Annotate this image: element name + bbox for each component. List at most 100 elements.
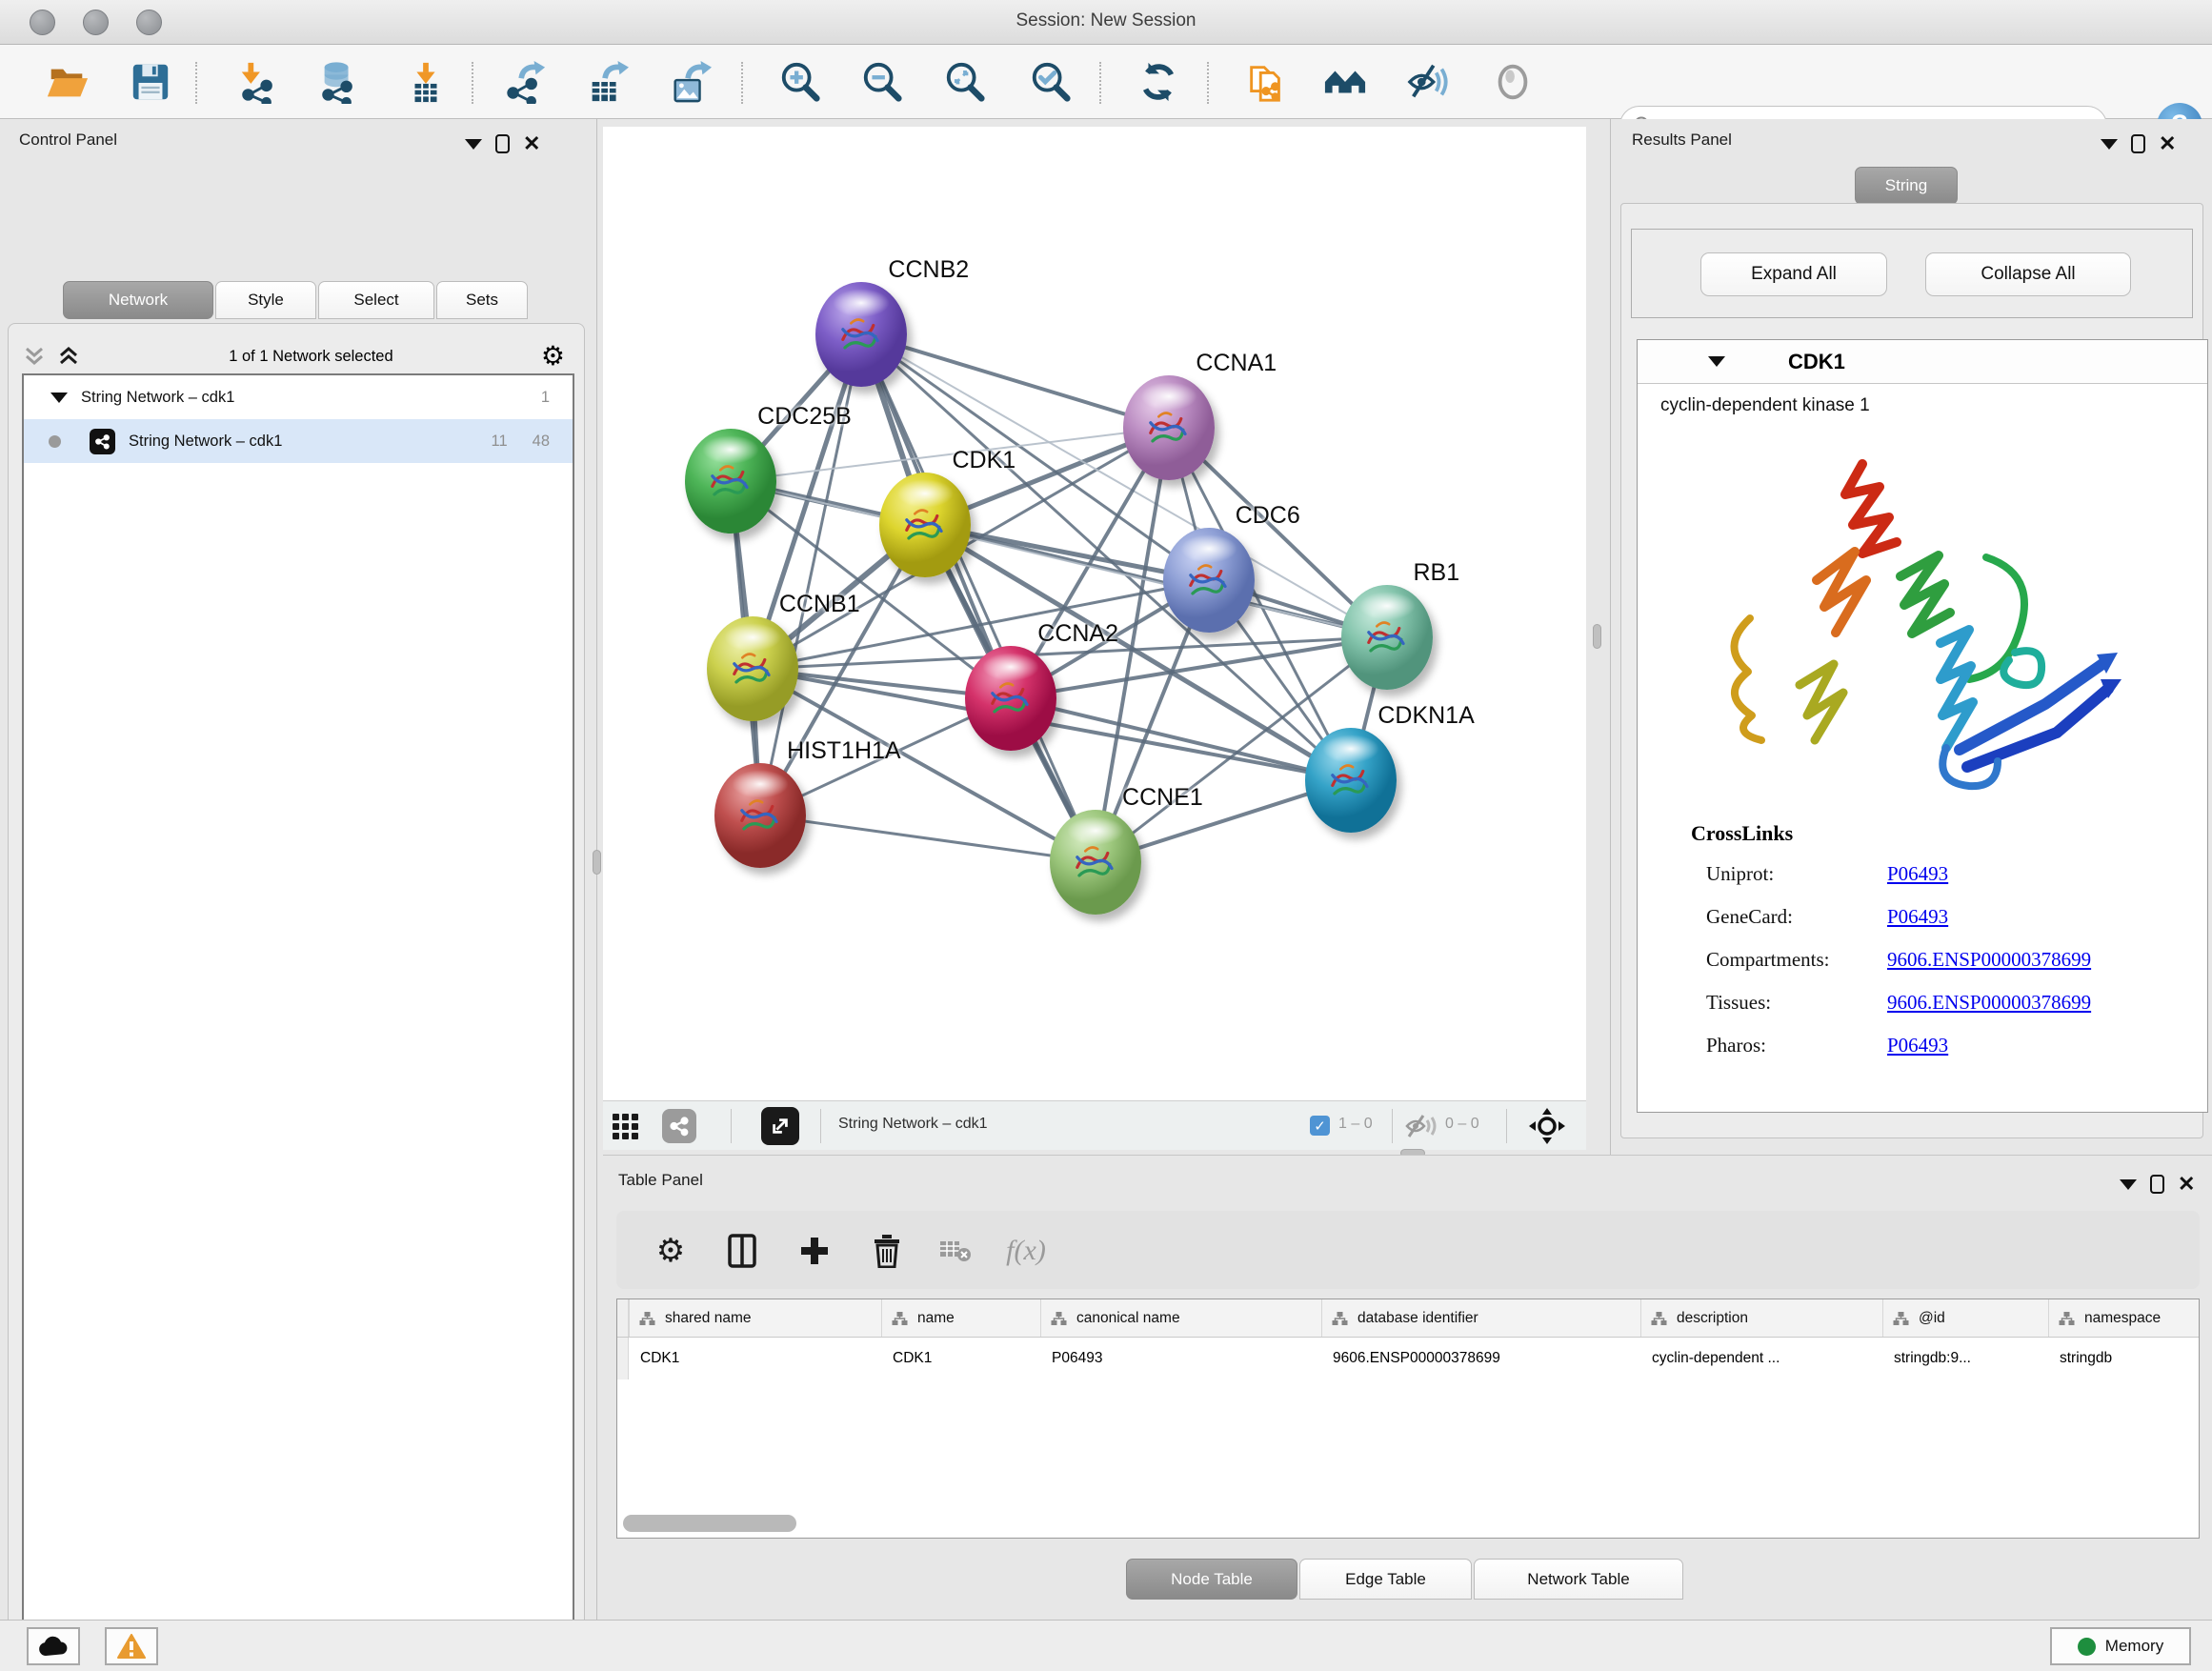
collapse-panel-icon[interactable] bbox=[465, 139, 482, 150]
table-cell[interactable]: 9606.ENSP00000378699 bbox=[1321, 1338, 1640, 1379]
network-node-CCNA1[interactable] bbox=[1123, 375, 1215, 480]
hide-selected-icon[interactable] bbox=[1403, 57, 1453, 107]
crosslink-link[interactable]: 9606.ENSP00000378699 bbox=[1887, 991, 2091, 1015]
network-node-CDC6[interactable] bbox=[1163, 528, 1255, 633]
delete-column-icon[interactable] bbox=[866, 1230, 908, 1272]
column-header-database-identifier[interactable]: database identifier bbox=[1321, 1299, 1640, 1337]
open-in-new-window-icon[interactable] bbox=[761, 1107, 799, 1145]
horizontal-scrollbar[interactable] bbox=[623, 1515, 796, 1532]
network-node-CDC25B[interactable] bbox=[685, 429, 776, 534]
network-node-CCNA2[interactable] bbox=[965, 646, 1056, 751]
show-all-icon[interactable] bbox=[1488, 57, 1538, 107]
zoom-in-icon[interactable] bbox=[775, 57, 825, 107]
column-header-shared-name[interactable]: shared name bbox=[629, 1299, 881, 1337]
collapse-panel-icon[interactable] bbox=[2101, 139, 2118, 150]
network-node-RB1[interactable] bbox=[1341, 585, 1433, 690]
selected-nodes-checkbox[interactable]: ✓ bbox=[1310, 1116, 1330, 1136]
birdseye-grid-icon[interactable] bbox=[613, 1114, 638, 1139]
zoom-selected-icon[interactable] bbox=[1026, 57, 1076, 107]
network-node-CCNB2[interactable] bbox=[815, 282, 907, 387]
protein-header-row[interactable]: CDK1 bbox=[1638, 340, 2207, 384]
tab-select[interactable]: Select bbox=[318, 281, 434, 319]
node-count: 11 bbox=[492, 433, 508, 451]
memory-button[interactable]: Memory bbox=[2050, 1627, 2191, 1665]
table-cell[interactable]: cyclin-dependent ... bbox=[1640, 1338, 1882, 1379]
network-node-CCNE1[interactable] bbox=[1050, 810, 1141, 915]
network-node-CCNB1[interactable] bbox=[707, 616, 798, 721]
column-header--id[interactable]: @id bbox=[1882, 1299, 2048, 1337]
delete-table-icon[interactable] bbox=[935, 1230, 976, 1272]
right-splitter-handle[interactable] bbox=[1593, 624, 1601, 649]
warning-icon bbox=[117, 1634, 146, 1660]
crosslink-link[interactable]: 9606.ENSP00000378699 bbox=[1887, 948, 2091, 972]
new-network-from-selection-icon[interactable] bbox=[1241, 57, 1291, 107]
column-header-description[interactable]: description bbox=[1640, 1299, 1882, 1337]
table-row[interactable]: CDK1CDK1P064939606.ENSP00000378699cyclin… bbox=[617, 1338, 2200, 1379]
network-edges[interactable] bbox=[603, 127, 1586, 1100]
close-panel-icon[interactable]: ✕ bbox=[523, 134, 540, 153]
table-cell[interactable]: stringdb bbox=[2048, 1338, 2200, 1379]
float-panel-icon[interactable] bbox=[2150, 1175, 2164, 1194]
tab-network[interactable]: Network bbox=[63, 281, 213, 319]
collapse-protein-icon[interactable] bbox=[1708, 356, 1725, 367]
crosslink-link[interactable]: P06493 bbox=[1887, 905, 1948, 929]
float-panel-icon[interactable] bbox=[495, 134, 510, 153]
table-cell[interactable]: CDK1 bbox=[881, 1338, 1040, 1379]
zoom-out-icon[interactable] bbox=[857, 57, 907, 107]
collapse-all-button[interactable]: Collapse All bbox=[1925, 252, 2131, 296]
tab-edge-table[interactable]: Edge Table bbox=[1299, 1559, 1472, 1600]
import-network-database-icon[interactable] bbox=[313, 57, 363, 107]
collapse-panel-icon[interactable] bbox=[2120, 1179, 2137, 1190]
zoom-fit-icon[interactable] bbox=[940, 57, 990, 107]
table-cell[interactable]: P06493 bbox=[1040, 1338, 1321, 1379]
close-panel-icon[interactable]: ✕ bbox=[2159, 134, 2176, 153]
node-table[interactable]: shared namenamecanonical namedatabase id… bbox=[616, 1299, 2200, 1539]
save-session-icon[interactable] bbox=[126, 57, 175, 107]
tab-sets[interactable]: Sets bbox=[436, 281, 528, 319]
expand-all-button[interactable]: Expand All bbox=[1700, 252, 1887, 296]
column-header-namespace[interactable]: namespace bbox=[2048, 1299, 2200, 1337]
table-settings-gear-icon[interactable]: ⚙ bbox=[650, 1230, 692, 1272]
network-options-gear-icon[interactable]: ⚙ bbox=[541, 343, 565, 370]
network-share-icon[interactable] bbox=[662, 1109, 696, 1143]
collapse-all-icon[interactable] bbox=[22, 345, 47, 368]
function-builder-icon[interactable]: f(x) bbox=[1005, 1230, 1047, 1272]
tab-network-table[interactable]: Network Table bbox=[1474, 1559, 1683, 1600]
refresh-icon[interactable] bbox=[1134, 57, 1183, 107]
add-column-icon[interactable] bbox=[794, 1230, 835, 1272]
protein-name: CDK1 bbox=[1788, 350, 1845, 374]
network-node-HIST1H1A[interactable] bbox=[714, 763, 806, 868]
network-node-CDK1[interactable] bbox=[879, 473, 971, 577]
tab-string[interactable]: String bbox=[1855, 167, 1958, 205]
float-panel-icon[interactable] bbox=[2131, 134, 2145, 153]
import-network-file-icon[interactable] bbox=[233, 57, 283, 107]
collapse-collection-icon[interactable] bbox=[50, 393, 68, 403]
table-cell[interactable]: CDK1 bbox=[629, 1338, 881, 1379]
window-title: Session: New Session bbox=[0, 10, 2212, 31]
warnings-button[interactable] bbox=[105, 1627, 158, 1665]
network-canvas[interactable]: CCNB2CCNA1CDC25BCDK1CDC6RB1CCNB1CCNA2CDK… bbox=[603, 127, 1586, 1100]
tab-style[interactable]: Style bbox=[215, 281, 316, 319]
column-header-name[interactable]: name bbox=[881, 1299, 1040, 1337]
network-node-CDKN1A[interactable] bbox=[1305, 728, 1397, 833]
export-table-icon[interactable] bbox=[582, 57, 632, 107]
houses-icon[interactable] bbox=[1320, 57, 1370, 107]
cloud-button[interactable] bbox=[27, 1627, 80, 1665]
close-panel-icon[interactable]: ✕ bbox=[2178, 1175, 2195, 1194]
tab-node-table[interactable]: Node Table bbox=[1126, 1559, 1297, 1600]
import-table-icon[interactable] bbox=[401, 57, 451, 107]
crosshair-icon[interactable] bbox=[1529, 1108, 1565, 1144]
export-network-icon[interactable] bbox=[500, 57, 550, 107]
table-cell[interactable]: stringdb:9... bbox=[1882, 1338, 2048, 1379]
left-splitter-handle[interactable] bbox=[593, 850, 601, 875]
crosslink-link[interactable]: P06493 bbox=[1887, 1034, 1948, 1057]
show-columns-icon[interactable] bbox=[721, 1230, 763, 1272]
export-image-icon[interactable] bbox=[665, 57, 714, 107]
column-header-canonical-name[interactable]: canonical name bbox=[1040, 1299, 1321, 1337]
open-session-icon[interactable] bbox=[42, 57, 91, 107]
expand-all-icon[interactable] bbox=[56, 345, 81, 368]
hidden-eye-icon[interactable] bbox=[1405, 1114, 1438, 1138]
tree-row-network[interactable]: String Network – cdk11148 bbox=[24, 419, 573, 463]
crosslink-link[interactable]: P06493 bbox=[1887, 862, 1948, 886]
tree-row-collection[interactable]: String Network – cdk11 bbox=[24, 375, 573, 419]
